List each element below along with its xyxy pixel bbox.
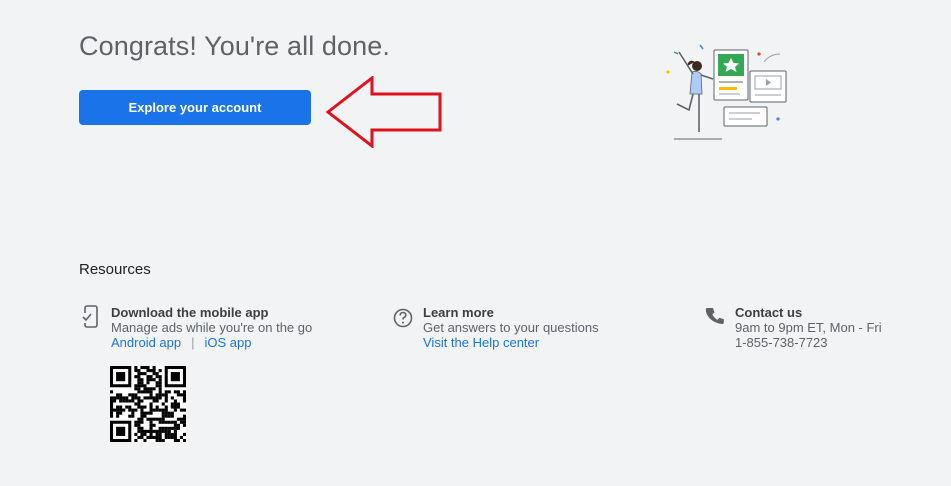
contact-phone: 1-855-738-7723 (735, 335, 828, 350)
help-circle-icon (393, 308, 413, 328)
phone-icon (705, 308, 724, 324)
qr-code-icon (110, 366, 186, 442)
ios-app-link[interactable]: iOS app (205, 335, 252, 350)
page-title: Congrats! You're all done. (79, 31, 390, 61)
link-separator: | (191, 335, 195, 350)
mobile-app-description: Manage ads while you're on the go (111, 320, 313, 335)
android-app-link[interactable]: Android app (111, 335, 181, 350)
help-center-link[interactable]: Visit the Help center (423, 335, 539, 350)
mobile-app-heading: Download the mobile app (111, 305, 269, 320)
learn-more-heading: Learn more (423, 305, 494, 320)
learn-more-description: Get answers to your questions (423, 320, 599, 335)
celebration-illustration (666, 44, 787, 140)
contact-hours: 9am to 9pm ET, Mon - Fri (735, 320, 882, 335)
contact-heading: Contact us (735, 305, 803, 320)
annotation-arrow (326, 76, 442, 148)
phone-check-icon (81, 305, 98, 328)
resources-heading: Resources (79, 261, 151, 278)
explore-account-button[interactable]: Explore your account (79, 90, 311, 125)
